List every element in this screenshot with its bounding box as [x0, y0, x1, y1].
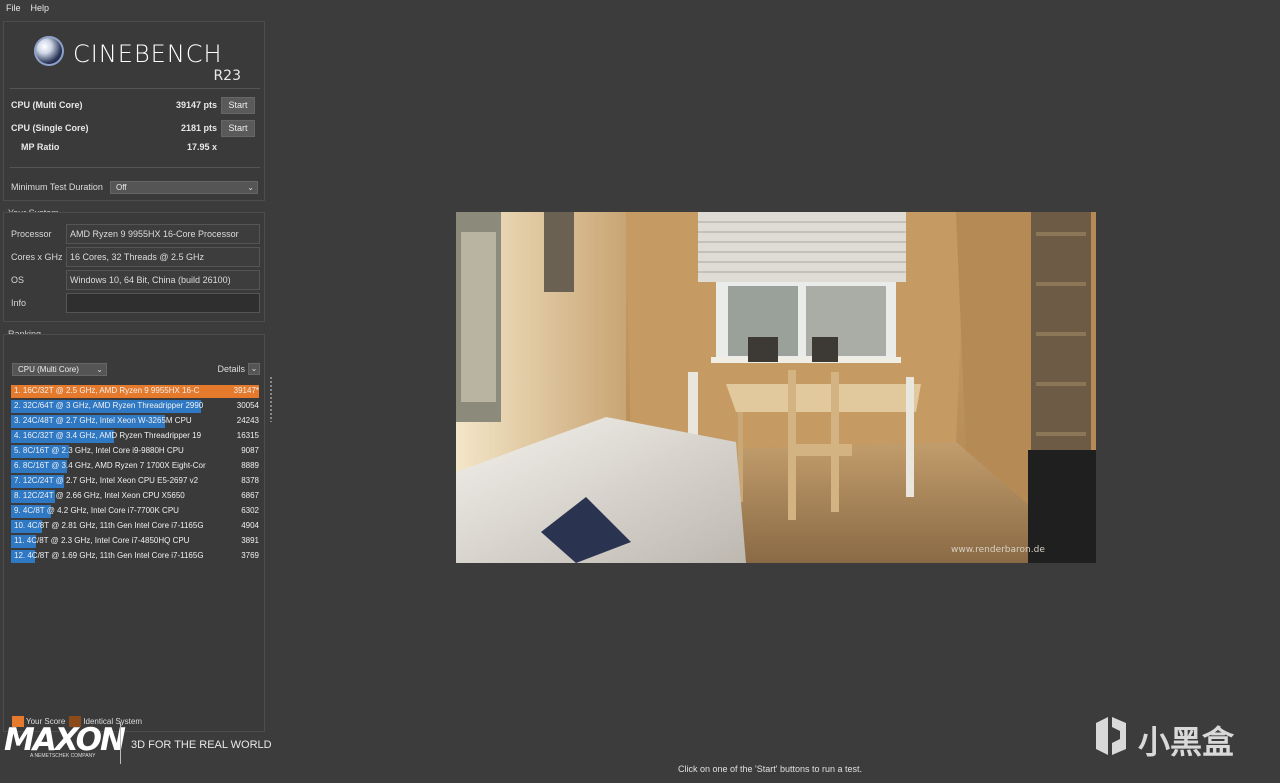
- ranking-row[interactable]: 9. 4C/8T @ 4.2 GHz, Intel Core i7-7700K …: [11, 504, 259, 519]
- mp-ratio-value: 17.95 x: [186, 142, 217, 152]
- ranking-row[interactable]: 11. 4C/8T @ 2.3 GHz, Intel Core i7-4850H…: [11, 534, 259, 549]
- maxon-logo: MAXON A NEMETSCHEK COMPANY 3D FOR THE RE…: [4, 720, 272, 780]
- menu-bar: File Help: [0, 0, 1280, 16]
- watermark-text: 小黑盒: [1138, 723, 1235, 761]
- info-label: Info: [11, 298, 27, 308]
- ranking-row[interactable]: 3. 24C/48T @ 2.7 GHz, Intel Xeon W-3265M…: [11, 414, 259, 429]
- single-core-start-button[interactable]: Start: [221, 119, 255, 137]
- ranking-row-score: 30054: [236, 401, 259, 410]
- multi-core-score: 39147 pts: [175, 100, 217, 110]
- ranking-row-score: 9087: [241, 446, 259, 455]
- cores-label: Cores x GHz: [11, 252, 63, 262]
- details-toggle-button[interactable]: ⌄: [248, 363, 260, 375]
- ranking-row-label: 7. 12C/24T @ 2.7 GHz, Intel Xeon CPU E5-…: [14, 476, 199, 485]
- ranking-row[interactable]: 10. 4C/8T @ 2.81 GHz, 11th Gen Intel Cor…: [11, 519, 259, 534]
- ranking-row-score: 39147*: [233, 386, 259, 395]
- ranking-row[interactable]: 8. 12C/24T @ 2.66 GHz, Intel Xeon CPU X5…: [11, 489, 259, 504]
- render-credit: www.renderbaron.de: [951, 545, 1045, 555]
- ranking-row-score: 8378: [241, 476, 259, 485]
- ranking-row-label: 4. 16C/32T @ 3.4 GHz, AMD Ryzen Threadri…: [14, 431, 202, 440]
- render-image: www.renderbaron.de: [456, 212, 1096, 563]
- watermark: 小黑盒: [1088, 715, 1248, 763]
- single-core-score: 2181 pts: [180, 123, 217, 133]
- system-panel: Processor AMD Ryzen 9 9955HX 16-Core Pro…: [3, 212, 265, 322]
- system-row-processor: Processor AMD Ryzen 9 9955HX 16-Core Pro…: [11, 224, 263, 244]
- divider: [10, 167, 260, 168]
- ranking-mode-select[interactable]: CPU (Multi Core) ⌄: [12, 363, 107, 376]
- system-row-os: OS Windows 10, 64 Bit, China (build 2610…: [11, 270, 263, 290]
- os-label: OS: [11, 275, 25, 285]
- single-core-label: CPU (Single Core): [11, 123, 89, 133]
- logo-brand: CINEBENCH: [73, 40, 223, 68]
- ranking-panel: CPU (Multi Core) ⌄ Details ⌄ 1. 16C/32T …: [3, 334, 265, 732]
- ranking-row-label: 9. 4C/8T @ 4.2 GHz, Intel Core i7-7700K …: [14, 506, 179, 515]
- multi-core-row: CPU (Multi Core) 39147 pts Start: [11, 96, 261, 114]
- ranking-row[interactable]: 6. 8C/16T @ 3.4 GHz, AMD Ryzen 7 1700X E…: [11, 459, 259, 474]
- details-label: Details: [217, 364, 245, 374]
- ranking-row-score: 16315: [236, 431, 259, 440]
- ranking-row-score: 6302: [241, 506, 259, 515]
- cinebench-logo: CINEBENCH R23: [31, 32, 261, 87]
- ranking-row[interactable]: 5. 8C/16T @ 2.3 GHz, Intel Core i9-9880H…: [11, 444, 259, 459]
- ranking-row-label: 2. 32C/64T @ 3 GHz, AMD Ryzen Threadripp…: [14, 401, 204, 410]
- system-row-info: Info: [11, 293, 263, 313]
- benchmark-panel: CINEBENCH R23 CPU (Multi Core) 39147 pts…: [3, 21, 265, 201]
- watermark-logo-icon: [1096, 717, 1126, 755]
- cores-field[interactable]: 16 Cores, 32 Threads @ 2.5 GHz: [66, 247, 260, 267]
- maxon-subtitle: A NEMETSCHEK COMPANY: [30, 753, 96, 759]
- mp-ratio-label: MP Ratio: [21, 142, 60, 152]
- logo-version: R23: [213, 68, 241, 84]
- single-core-row: CPU (Single Core) 2181 pts Start: [11, 119, 261, 137]
- menu-file[interactable]: File: [6, 3, 21, 13]
- min-duration-label: Minimum Test Duration: [11, 182, 103, 192]
- logo-divider: [120, 722, 121, 764]
- info-field[interactable]: [66, 293, 260, 313]
- os-field[interactable]: Windows 10, 64 Bit, China (build 26100): [66, 270, 260, 290]
- ranking-row[interactable]: 12. 4C/8T @ 1.69 GHz, 11th Gen Intel Cor…: [11, 549, 259, 564]
- ranking-row-score: 3891: [241, 536, 259, 545]
- ranking-mode-value: CPU (Multi Core): [18, 365, 79, 374]
- ranking-row-score: 3769: [241, 551, 259, 560]
- ranking-row[interactable]: 1. 16C/32T @ 2.5 GHz, AMD Ryzen 9 9955HX…: [11, 384, 259, 399]
- ranking-row-label: 3. 24C/48T @ 2.7 GHz, Intel Xeon W-3265M…: [14, 416, 192, 425]
- processor-field[interactable]: AMD Ryzen 9 9955HX 16-Core Processor: [66, 224, 260, 244]
- ranking-row-label: 12. 4C/8T @ 1.69 GHz, 11th Gen Intel Cor…: [14, 551, 204, 560]
- chevron-down-icon: ⌄: [96, 365, 103, 374]
- ranking-row-score: 6867: [241, 491, 259, 500]
- cinebench-sphere-icon: [34, 36, 64, 66]
- ranking-row-label: 1. 16C/32T @ 2.5 GHz, AMD Ryzen 9 9955HX…: [14, 386, 200, 395]
- ranking-row-score: 4904: [241, 521, 259, 530]
- ranking-row-label: 11. 4C/8T @ 2.3 GHz, Intel Core i7-4850H…: [14, 536, 190, 545]
- ranking-row[interactable]: 2. 32C/64T @ 3 GHz, AMD Ryzen Threadripp…: [11, 399, 259, 414]
- multi-core-label: CPU (Multi Core): [11, 100, 83, 110]
- ranking-row-label: 5. 8C/16T @ 2.3 GHz, Intel Core i9-9880H…: [14, 446, 184, 455]
- render-viewport: www.renderbaron.de: [456, 212, 1096, 563]
- min-duration-select[interactable]: Off ⌄: [110, 180, 258, 194]
- chevron-down-icon: ⌄: [247, 182, 254, 192]
- panel-splitter-handle[interactable]: [270, 377, 272, 422]
- ranking-row-label: 10. 4C/8T @ 2.81 GHz, 11th Gen Intel Cor…: [14, 521, 204, 530]
- left-sidebar: CINEBENCH R23 CPU (Multi Core) 39147 pts…: [0, 16, 272, 783]
- min-duration-value: Off: [116, 182, 127, 192]
- system-row-cores: Cores x GHz 16 Cores, 32 Threads @ 2.5 G…: [11, 247, 263, 267]
- ranking-row[interactable]: 7. 12C/24T @ 2.7 GHz, Intel Xeon CPU E5-…: [11, 474, 259, 489]
- ranking-row-score: 24243: [236, 416, 259, 425]
- maxon-tagline: 3D FOR THE REAL WORLD: [131, 739, 272, 751]
- ranking-list: 1. 16C/32T @ 2.5 GHz, AMD Ryzen 9 9955HX…: [11, 384, 259, 564]
- ranking-row-label: 6. 8C/16T @ 3.4 GHz, AMD Ryzen 7 1700X E…: [14, 461, 206, 470]
- ranking-row-label: 8. 12C/24T @ 2.66 GHz, Intel Xeon CPU X5…: [14, 491, 185, 500]
- status-message: Click on one of the 'Start' buttons to r…: [678, 764, 863, 774]
- ranking-controls: CPU (Multi Core) ⌄ Details ⌄: [12, 363, 260, 376]
- ranking-row[interactable]: 4. 16C/32T @ 3.4 GHz, AMD Ryzen Threadri…: [11, 429, 259, 444]
- divider: [10, 88, 260, 89]
- processor-label: Processor: [11, 229, 52, 239]
- chevron-down-icon: ⌄: [250, 364, 258, 373]
- mp-ratio-row: MP Ratio 17.95 x: [11, 138, 261, 156]
- min-duration-row: Minimum Test Duration Off ⌄: [11, 180, 261, 194]
- ranking-row-score: 8889: [241, 461, 259, 470]
- menu-help[interactable]: Help: [31, 3, 50, 13]
- multi-core-start-button[interactable]: Start: [221, 96, 255, 114]
